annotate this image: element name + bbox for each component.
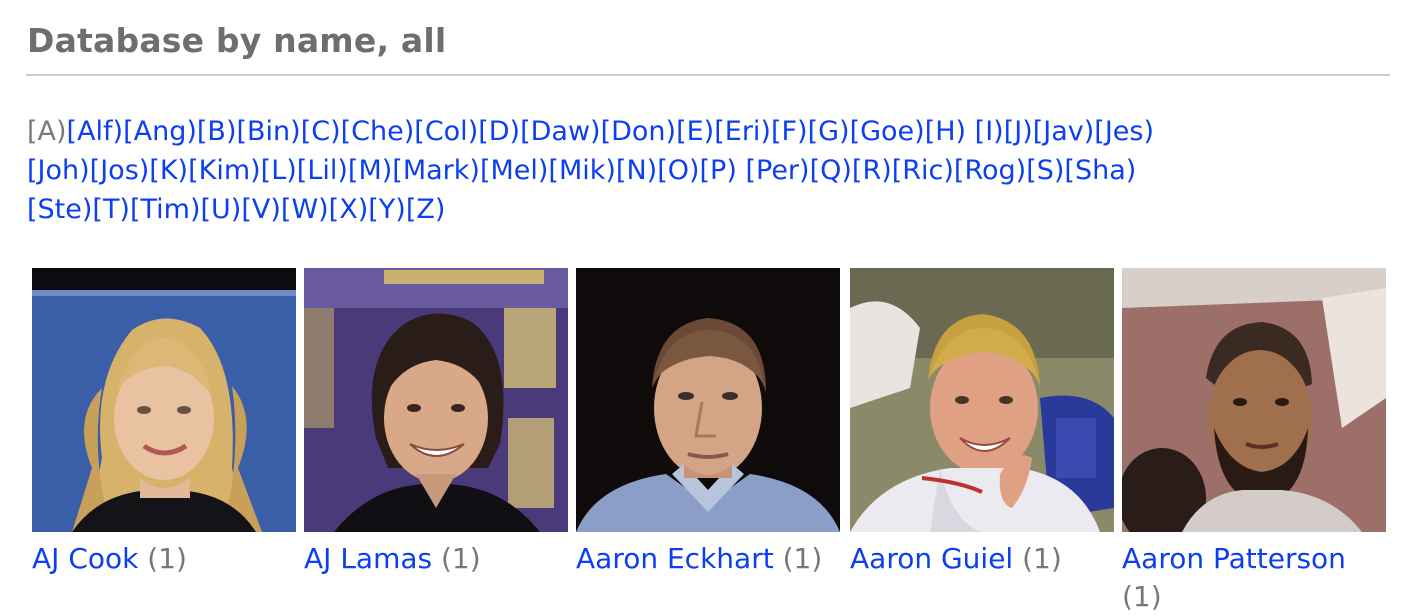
person-card: Aaron Eckhart (1) bbox=[576, 268, 846, 578]
person-card: Aaron Patterson (1) bbox=[1122, 268, 1392, 616]
alpha-link[interactable]: [Mik) bbox=[548, 155, 616, 186]
person-card: AJ Lamas (1) bbox=[304, 268, 574, 578]
alpha-link[interactable]: [V) bbox=[241, 194, 281, 225]
alpha-link[interactable]: [Per) bbox=[745, 155, 809, 186]
alpha-link[interactable]: [B) bbox=[197, 116, 237, 147]
alpha-link[interactable]: [T) bbox=[92, 194, 130, 225]
alpha-link[interactable]: [H) bbox=[925, 116, 966, 147]
alpha-link[interactable]: [Mark) bbox=[392, 155, 480, 186]
person-caption: Aaron Guiel (1) bbox=[850, 540, 1120, 578]
alpha-link[interactable]: [W) bbox=[281, 194, 329, 225]
alpha-link[interactable]: [D) bbox=[478, 116, 520, 147]
person-caption: AJ Lamas (1) bbox=[304, 540, 574, 578]
person-card: AJ Cook (1) bbox=[32, 268, 302, 578]
alpha-link[interactable]: [Daw) bbox=[520, 116, 601, 147]
person-photo[interactable] bbox=[576, 268, 840, 532]
alpha-link[interactable]: [Tim) bbox=[130, 194, 201, 225]
alpha-link[interactable]: [Eri) bbox=[714, 116, 771, 147]
person-caption: AJ Cook (1) bbox=[32, 540, 302, 578]
alpha-link[interactable]: [E) bbox=[676, 116, 714, 147]
alpha-link[interactable]: [Sha) bbox=[1064, 155, 1136, 186]
person-name-link[interactable]: Aaron Patterson bbox=[1122, 542, 1346, 575]
alpha-link[interactable]: [X) bbox=[329, 194, 369, 225]
alpha-link[interactable]: [P) bbox=[700, 155, 737, 186]
alpha-link[interactable]: [Y) bbox=[368, 194, 406, 225]
person-name-link[interactable]: AJ Cook bbox=[32, 542, 138, 575]
person-name-link[interactable]: Aaron Eckhart bbox=[576, 542, 774, 575]
alpha-link[interactable]: [K) bbox=[149, 155, 188, 186]
person-photo[interactable] bbox=[850, 268, 1114, 532]
person-photo[interactable] bbox=[32, 268, 296, 532]
alpha-link[interactable]: [Z) bbox=[406, 194, 446, 225]
alpha-link[interactable]: [O) bbox=[657, 155, 699, 186]
alpha-link[interactable]: [Lil) bbox=[297, 155, 348, 186]
alpha-link[interactable]: [N) bbox=[616, 155, 657, 186]
alpha-link[interactable]: [Jav) bbox=[1033, 116, 1095, 147]
person-photo[interactable] bbox=[304, 268, 568, 532]
photo-count: (1) bbox=[782, 542, 823, 575]
alpha-link[interactable]: [M) bbox=[348, 155, 392, 186]
alpha-link[interactable]: [Kim) bbox=[188, 155, 261, 186]
alpha-link[interactable]: [Goe) bbox=[850, 116, 925, 147]
title-divider bbox=[26, 74, 1390, 76]
alpha-link[interactable]: [Rog) bbox=[954, 155, 1026, 186]
alpha-link[interactable]: [Ste) bbox=[27, 194, 92, 225]
page-title: Database by name, all bbox=[27, 21, 447, 60]
photo-count: (1) bbox=[1122, 580, 1162, 613]
person-card: Aaron Guiel (1) bbox=[850, 268, 1120, 578]
alpha-link[interactable]: [Ang) bbox=[123, 116, 197, 147]
alpha-link[interactable]: [Jes) bbox=[1094, 116, 1154, 147]
alpha-link[interactable]: [F) bbox=[771, 116, 808, 147]
alpha-link[interactable]: [Joh) bbox=[27, 155, 90, 186]
person-caption: Aaron Eckhart (1) bbox=[576, 540, 846, 578]
person-caption: Aaron Patterson (1) bbox=[1122, 540, 1392, 616]
alpha-link[interactable]: [U) bbox=[201, 194, 242, 225]
alpha-link[interactable]: [I) bbox=[975, 116, 1004, 147]
alpha-link[interactable]: [S) bbox=[1026, 155, 1064, 186]
alpha-link[interactable]: [G) bbox=[808, 116, 850, 147]
alpha-link[interactable]: [Don) bbox=[601, 116, 677, 147]
alpha-link[interactable]: [L) bbox=[261, 155, 297, 186]
alpha-link[interactable]: [Col) bbox=[414, 116, 478, 147]
person-name-link[interactable]: Aaron Guiel bbox=[850, 542, 1013, 575]
alpha-link[interactable]: [R) bbox=[852, 155, 892, 186]
alpha-link[interactable]: [Ric) bbox=[892, 155, 954, 186]
alpha-link[interactable]: [Mel) bbox=[480, 155, 548, 186]
photo-count: (1) bbox=[1022, 542, 1062, 575]
alpha-link[interactable]: [Bin) bbox=[236, 116, 300, 147]
alphabet-index: [A)[Alf)[Ang)[B)[Bin)[C)[Che)[Col)[D)[Da… bbox=[27, 112, 1387, 229]
photo-count: (1) bbox=[147, 542, 187, 575]
person-photo[interactable] bbox=[1122, 268, 1386, 532]
alpha-current: [A) bbox=[27, 116, 67, 147]
alpha-link[interactable]: [Q) bbox=[810, 155, 852, 186]
person-name-link[interactable]: AJ Lamas bbox=[304, 542, 432, 575]
photo-count: (1) bbox=[441, 542, 481, 575]
alpha-link[interactable]: [Che) bbox=[341, 116, 415, 147]
alpha-link[interactable]: [J) bbox=[1004, 116, 1033, 147]
alpha-link[interactable]: [C) bbox=[301, 116, 341, 147]
alpha-link[interactable]: [Alf) bbox=[67, 116, 124, 147]
alpha-link[interactable]: [Jos) bbox=[90, 155, 150, 186]
